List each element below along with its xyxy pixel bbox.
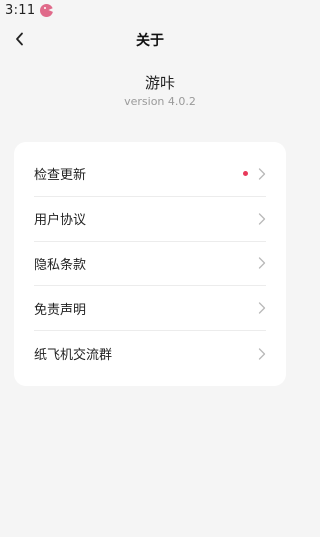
chevron-right-icon <box>258 213 266 225</box>
status-time: 3:11 <box>5 2 36 18</box>
app-version: version 4.0.2 <box>124 95 196 108</box>
user-agreement-item[interactable]: 用户协议 <box>34 197 266 242</box>
telegram-group-item[interactable]: 纸飞机交流群 <box>34 331 266 376</box>
pink-pacman-icon <box>40 3 54 17</box>
menu-item-label: 纸飞机交流群 <box>34 348 113 364</box>
menu-card: 检查更新 用户协议 隐私条款 免责声明 纸飞机交流群 <box>14 142 286 386</box>
menu-item-label: 检查更新 <box>34 168 87 184</box>
chevron-right-icon <box>258 257 266 270</box>
privacy-policy-item[interactable]: 隐私条款 <box>34 242 266 287</box>
chevron-right-icon <box>258 168 266 180</box>
status-bar: 3:11 <box>0 0 300 20</box>
disclaimer-item[interactable]: 免责声明 <box>34 286 266 332</box>
nav-bar: 关于 <box>0 20 300 58</box>
menu-item-label: 免责声明 <box>34 302 87 318</box>
check-update-item[interactable]: 检查更新 <box>34 152 266 197</box>
update-dot-badge <box>243 171 248 177</box>
menu-item-label: 用户协议 <box>34 213 87 229</box>
menu-item-label: 隐私条款 <box>34 257 87 273</box>
page-title: 关于 <box>136 33 164 49</box>
chevron-right-icon <box>258 347 266 360</box>
chevron-right-icon <box>258 302 266 314</box>
app-name: 游咔 <box>144 74 175 92</box>
